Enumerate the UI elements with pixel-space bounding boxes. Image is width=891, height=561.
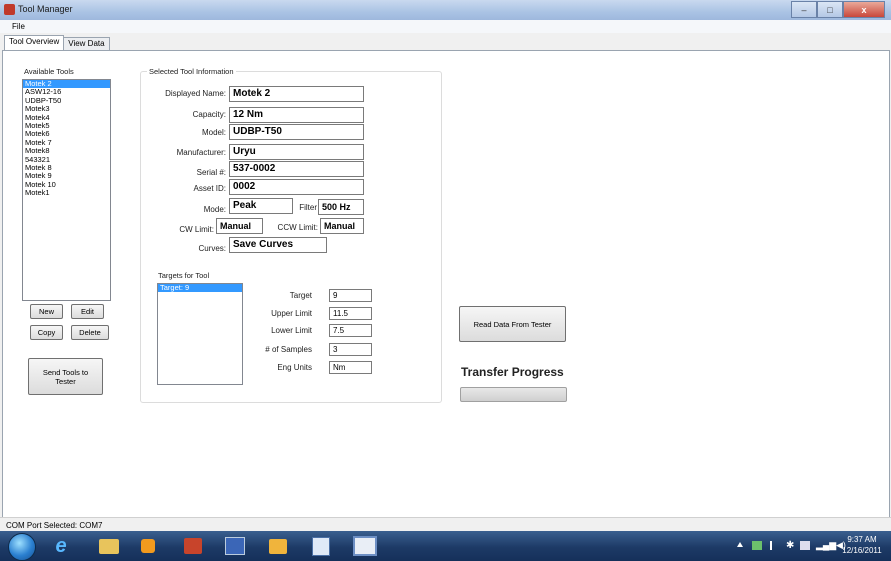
manufacturer-label: Manufacturer: — [176, 148, 226, 157]
word-icon[interactable] — [306, 535, 336, 557]
cw-limit-field[interactable]: Manual — [216, 218, 263, 234]
target-label: Target — [289, 291, 312, 300]
status-bar: COM Port Selected: COM7 — [0, 517, 891, 532]
serial-label: Serial #: — [196, 168, 226, 177]
window-controls: – □ x — [791, 1, 885, 18]
window-title: Tool Manager — [18, 4, 73, 14]
asset-id-label: Asset ID: — [193, 184, 226, 193]
taskbar-clock[interactable]: 9:37 AM 12/16/2011 — [836, 534, 888, 556]
network-icon[interactable] — [800, 541, 810, 550]
start-button-icon[interactable] — [8, 533, 36, 561]
curves-label: Curves: — [198, 244, 226, 253]
show-hidden-icons-icon[interactable] — [737, 542, 743, 547]
ccw-limit-field[interactable]: Manual — [320, 218, 364, 234]
displayed-name-field[interactable]: Motek 2 — [229, 86, 364, 102]
tab-page-tool-overview — [2, 50, 890, 518]
targets-label: Targets for Tool — [158, 271, 210, 280]
capacity-label: Capacity: — [192, 110, 226, 119]
tab-view-data[interactable]: View Data — [63, 37, 110, 51]
transfer-progress-bar — [460, 387, 567, 402]
samples-field[interactable]: 3 — [329, 343, 372, 356]
media-player-icon[interactable] — [133, 535, 163, 557]
maximize-button[interactable]: □ — [817, 1, 843, 18]
menu-bar: File — [0, 20, 891, 33]
delete-button[interactable]: Delete — [71, 325, 109, 340]
available-tools-list[interactable]: Motek 2 ASW12-16 UDBP-T50 Motek3 Motek4 Motek… — [22, 79, 111, 301]
asset-id-field[interactable]: 0002 — [229, 179, 364, 195]
target-field[interactable]: 9 — [329, 289, 372, 302]
new-button[interactable]: New — [30, 304, 63, 319]
model-label: Model: — [201, 128, 226, 137]
samples-label: # of Samples — [265, 345, 312, 354]
bluetooth-icon[interactable]: ✱ — [786, 540, 794, 551]
selected-tool-group-label: Selected Tool Information — [147, 67, 236, 76]
clock-time: 9:37 AM — [847, 535, 877, 544]
upper-limit-label: Upper Limit — [271, 309, 312, 318]
file-explorer-icon[interactable] — [94, 535, 124, 557]
curves-field[interactable]: Save Curves — [229, 237, 327, 253]
available-tools-label: Available Tools — [24, 67, 74, 76]
lower-limit-field[interactable]: 7.5 — [329, 324, 372, 337]
upper-limit-field[interactable]: 11.5 — [329, 307, 372, 320]
title-bar[interactable]: Tool Manager – □ x — [0, 0, 891, 21]
edit-button[interactable]: Edit — [71, 304, 104, 319]
mode-field[interactable]: Peak — [229, 198, 293, 214]
minimize-button[interactable]: – — [791, 1, 817, 18]
filter-label: Filter — [299, 203, 317, 212]
serial-field[interactable]: 537-0002 — [229, 161, 364, 177]
lower-limit-label: Lower Limit — [271, 326, 312, 335]
tab-strip: Tool Overview View Data — [4, 35, 110, 51]
displayed-name-label: Displayed Name: — [165, 89, 226, 98]
tray-app-icon[interactable] — [752, 541, 762, 550]
send-tools-button[interactable]: Send Tools to Tester — [28, 358, 103, 395]
com-port-status: COM Port Selected: COM7 — [6, 521, 103, 530]
visual-studio-icon[interactable] — [220, 535, 250, 557]
mode-label: Mode: — [203, 205, 226, 214]
window-icon[interactable] — [350, 535, 380, 557]
app-icon — [4, 4, 15, 15]
tool-list-item[interactable]: Motek1 — [23, 188, 110, 197]
close-button[interactable]: x — [843, 1, 885, 18]
cw-limit-label: CW Limit: — [179, 225, 214, 234]
eng-units-field[interactable]: Nm — [329, 361, 372, 374]
transfer-progress-label: Transfer Progress — [461, 365, 564, 379]
clock-date: 12/16/2011 — [842, 546, 882, 555]
targets-list[interactable]: Target: 9 — [157, 283, 243, 385]
app-icon[interactable] — [178, 535, 208, 557]
manufacturer-field[interactable]: Uryu — [229, 144, 364, 160]
taskbar: e ✱ ▂▄▆ ◀) 9:37 AM 12/16/2011 — [0, 531, 891, 561]
model-field[interactable]: UDBP-T50 — [229, 124, 364, 140]
signal-icon[interactable]: ▂▄▆ — [816, 540, 836, 551]
eng-units-label: Eng Units — [277, 363, 312, 372]
ccw-limit-label: CCW Limit: — [277, 223, 318, 232]
internet-explorer-icon[interactable]: e — [46, 535, 76, 557]
action-center-flag-icon[interactable] — [770, 541, 781, 550]
filter-field[interactable]: 500 Hz — [318, 199, 364, 215]
copy-button[interactable]: Copy — [30, 325, 63, 340]
tab-tool-overview[interactable]: Tool Overview — [4, 35, 65, 51]
capacity-field[interactable]: 12 Nm — [229, 107, 364, 123]
folder-icon[interactable] — [263, 535, 293, 557]
read-data-button[interactable]: Read Data From Tester — [459, 306, 566, 342]
menu-file[interactable]: File — [12, 22, 25, 31]
target-list-item[interactable]: Target: 9 — [158, 283, 242, 293]
